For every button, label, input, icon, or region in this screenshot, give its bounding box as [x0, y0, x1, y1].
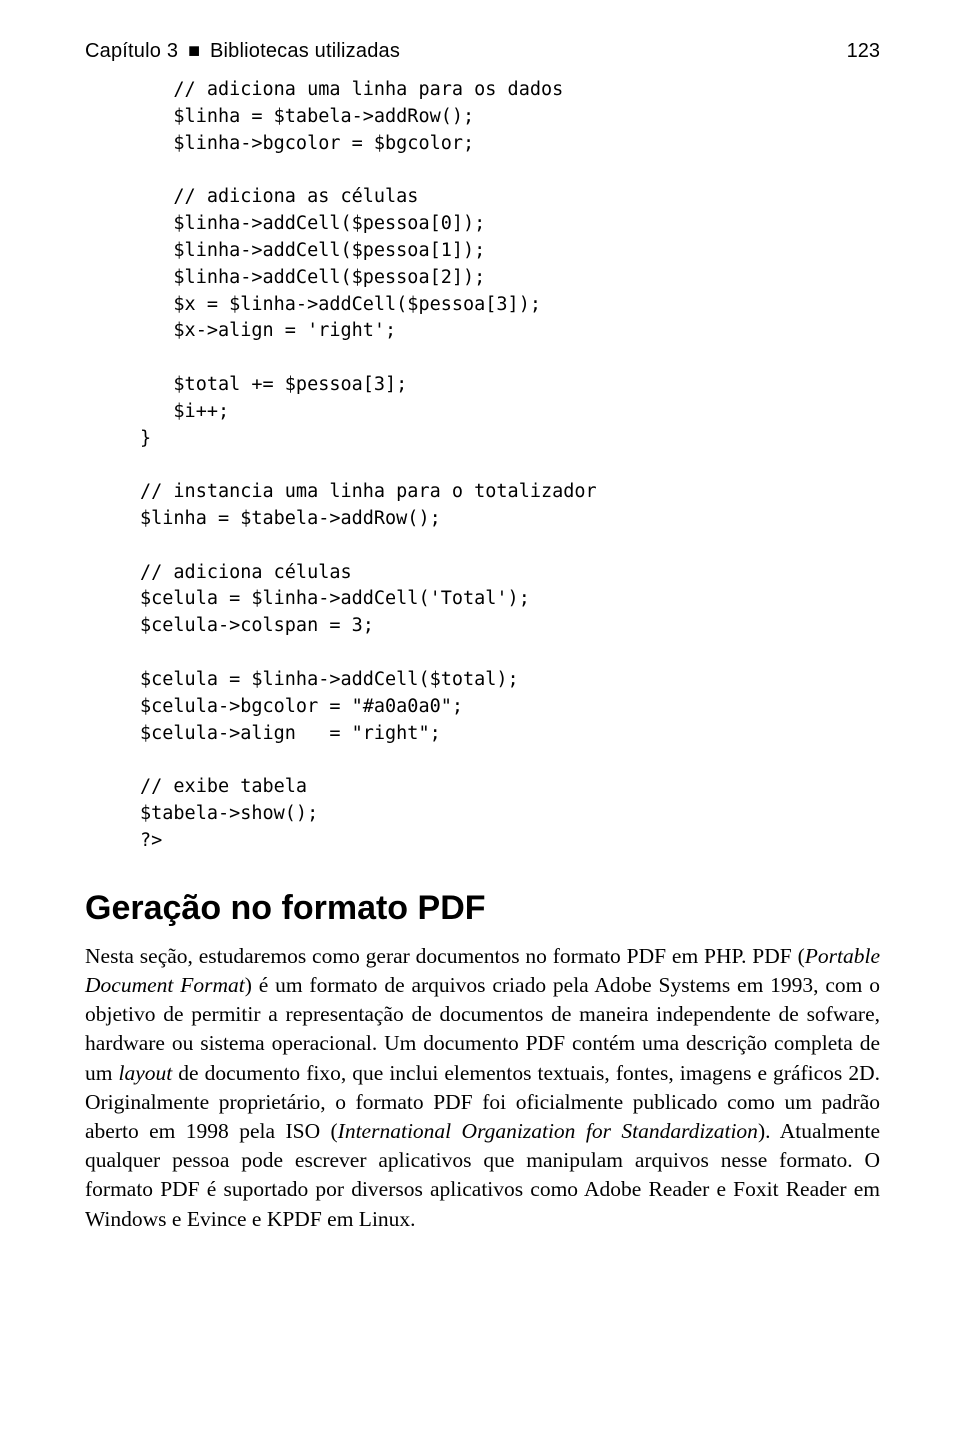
square-icon: ■	[188, 40, 200, 62]
page: Capítulo 3 ■ Bibliotecas utilizadas 123 …	[0, 0, 960, 1453]
italic-run: International Organization for Standardi…	[338, 1119, 758, 1143]
code-block: // adiciona uma linha para os dados $lin…	[140, 77, 880, 855]
italic-run: layout	[119, 1061, 173, 1085]
page-number: 123	[847, 40, 880, 63]
section-heading: Geração no formato PDF	[85, 889, 880, 928]
chapter-breadcrumb: Capítulo 3 ■ Bibliotecas utilizadas	[85, 40, 400, 63]
running-header: Capítulo 3 ■ Bibliotecas utilizadas 123	[85, 40, 880, 63]
italic-run: Portable Document Format	[85, 944, 880, 997]
chapter-title: Bibliotecas utilizadas	[210, 40, 400, 62]
body-paragraph: Nesta seção, estudaremos como gerar docu…	[85, 942, 880, 1234]
chapter-label: Capítulo 3	[85, 40, 178, 62]
